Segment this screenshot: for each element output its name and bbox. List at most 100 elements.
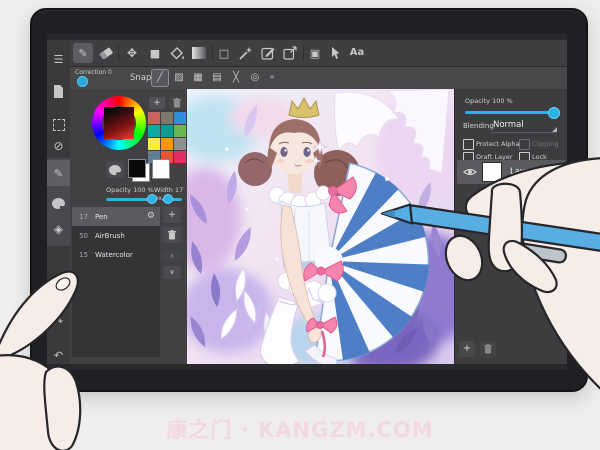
color-panel-tab[interactable] [47, 192, 70, 214]
snap-cross-icon: ╳ [232, 72, 240, 83]
brush-panel-tab[interactable]: ✎ [47, 162, 70, 184]
clipping-checkbox[interactable] [519, 139, 530, 150]
layers-panel-tab[interactable]: ◈ [47, 218, 70, 240]
brush-size: 17 [79, 212, 88, 221]
visibility-eye-icon[interactable] [463, 167, 477, 177]
brush-list: 17 Pen ⚙ 50 AirBrush 15 Watercolor [72, 207, 160, 357]
brush-item-airbrush[interactable]: 50 AirBrush [72, 226, 160, 245]
menu-button[interactable]: ☰ [47, 48, 70, 70]
brush-item-pen[interactable]: 17 Pen ⚙ [72, 207, 160, 226]
toolbar-divider [118, 45, 119, 61]
palette-swatch[interactable] [161, 112, 173, 124]
palette-mode-button[interactable] [106, 162, 124, 178]
magic-wand-button[interactable] [236, 43, 256, 63]
palette-swatch[interactable] [161, 138, 173, 150]
tablet-device: ✎ ✥ ■ □ ▣ Aa Correction 0 Snap ╱ ▨ ▦ ▤ ╳… [30, 8, 588, 392]
clipping-label: Clipping [532, 140, 559, 148]
magic-wand-icon [239, 47, 252, 60]
correction-indicator[interactable] [77, 76, 88, 87]
delete-swatch-button[interactable] [169, 97, 185, 109]
dropdown-corner-icon[interactable] [552, 127, 557, 132]
layer-opacity-knob[interactable] [548, 107, 560, 119]
chevron-down-icon: ∨ [169, 268, 175, 276]
rect-outline-icon: □ [218, 46, 230, 60]
snap-radial-button[interactable]: ◎ [247, 70, 263, 86]
palette-swatch[interactable] [174, 138, 186, 150]
brush-up-button[interactable]: ∧ [163, 250, 181, 262]
gradient-icon [192, 47, 206, 59]
toolbar-divider [303, 45, 304, 61]
layer-thumbnail [482, 162, 502, 182]
add-layer-button[interactable]: + [459, 341, 475, 357]
toolbar-divider [212, 45, 213, 61]
undo-button[interactable]: ↶ [47, 344, 70, 366]
app-screen: ✎ ✥ ■ □ ▣ Aa Correction 0 Snap ╱ ▨ ▦ ▤ ╳… [47, 34, 567, 370]
add-swatch-button[interactable]: + [149, 97, 165, 109]
eraser-tool-button[interactable] [96, 43, 116, 63]
blending-label: Blending [463, 122, 494, 130]
palette-swatch[interactable] [148, 125, 160, 137]
foreground-color-swatch[interactable] [128, 159, 146, 178]
add-brush-button[interactable]: + [163, 207, 181, 223]
snap-grid-button[interactable]: ▦ [190, 70, 206, 86]
shape-tool-button[interactable]: □ [214, 43, 234, 63]
text-tool-button[interactable]: Aa [345, 43, 369, 63]
brush-color-panel: + Opacity 100 % Width 17 px 17 Pen ⚙ 50 … [70, 89, 187, 364]
snap-horizontal-button[interactable]: ▤ [209, 70, 225, 86]
hamburger-icon: ☰ [53, 52, 64, 66]
panels-button[interactable]: ▣ [305, 43, 325, 63]
snap-more-dot[interactable] [270, 75, 274, 79]
move-tool-button[interactable]: ✥ [122, 43, 142, 63]
layer-opacity-slider[interactable] [465, 111, 557, 114]
redo-button[interactable]: ↷ [47, 310, 70, 332]
brush-name: AirBrush [95, 231, 125, 240]
palette-swatch[interactable] [174, 112, 186, 124]
brush-name: Watercolor [95, 250, 133, 259]
layer-settings-gear-icon[interactable]: ⚙ [550, 167, 559, 177]
canvas-artwork [187, 89, 454, 364]
edit-button[interactable] [258, 43, 278, 63]
layer-row[interactable]: Layer ⚙ [457, 160, 565, 184]
brush-settings-gear-icon[interactable]: ⚙ [147, 212, 155, 221]
protect-alpha-checkbox[interactable] [463, 139, 474, 150]
brush-down-button[interactable]: ∨ [163, 266, 181, 279]
snap-crosshatch-button[interactable]: ▨ [171, 70, 187, 86]
chevron-up-icon: ∧ [169, 251, 175, 260]
palette-swatch[interactable] [174, 125, 186, 137]
transparent-color-swatch[interactable] [152, 159, 170, 179]
layers-icon: ◈ [53, 222, 64, 236]
delete-layer-button[interactable] [480, 341, 496, 357]
select-tool-button[interactable]: ■ [145, 43, 165, 63]
snap-grid-icon: ▦ [193, 72, 203, 83]
select-panel-button[interactable] [47, 114, 70, 136]
brush-width-knob[interactable] [163, 194, 173, 204]
delete-brush-button[interactable] [163, 227, 181, 243]
layer-panel: Opacity 100 % Blending Normal Protect Al… [454, 89, 567, 364]
snap-parallel-button[interactable]: ╱ [152, 70, 168, 86]
blending-select[interactable]: Normal [493, 120, 524, 130]
cursor-tool-button[interactable] [325, 43, 345, 63]
palette-swatch[interactable] [148, 138, 160, 150]
palette-swatch[interactable] [174, 151, 186, 163]
palette-swatch[interactable] [161, 125, 173, 137]
new-file-button[interactable] [47, 80, 70, 102]
snap-diagonal-icon: ╱ [156, 72, 164, 83]
fill-bucket-button[interactable] [167, 43, 187, 63]
trash-icon [173, 98, 181, 108]
export-button[interactable] [280, 43, 300, 63]
move-icon: ✥ [126, 46, 138, 60]
canvas[interactable] [187, 89, 454, 364]
correction-label: Correction 0 [75, 69, 112, 76]
snap-vanishing-button[interactable]: ╳ [228, 70, 244, 86]
snap-hlines-icon: ▤ [212, 72, 222, 83]
export-icon [283, 46, 297, 60]
gradient-tool-button[interactable] [189, 43, 209, 63]
brush-item-watercolor[interactable]: 15 Watercolor [72, 245, 160, 264]
deselect-button[interactable]: ⊘ [47, 135, 70, 157]
pen-tool-button[interactable]: ✎ [73, 43, 93, 63]
palette-swatch[interactable] [148, 112, 160, 124]
snap-label: Snap [130, 73, 152, 83]
brush-opacity-knob[interactable] [147, 194, 157, 204]
trash-icon [484, 344, 492, 354]
hsv-square[interactable] [104, 107, 134, 139]
